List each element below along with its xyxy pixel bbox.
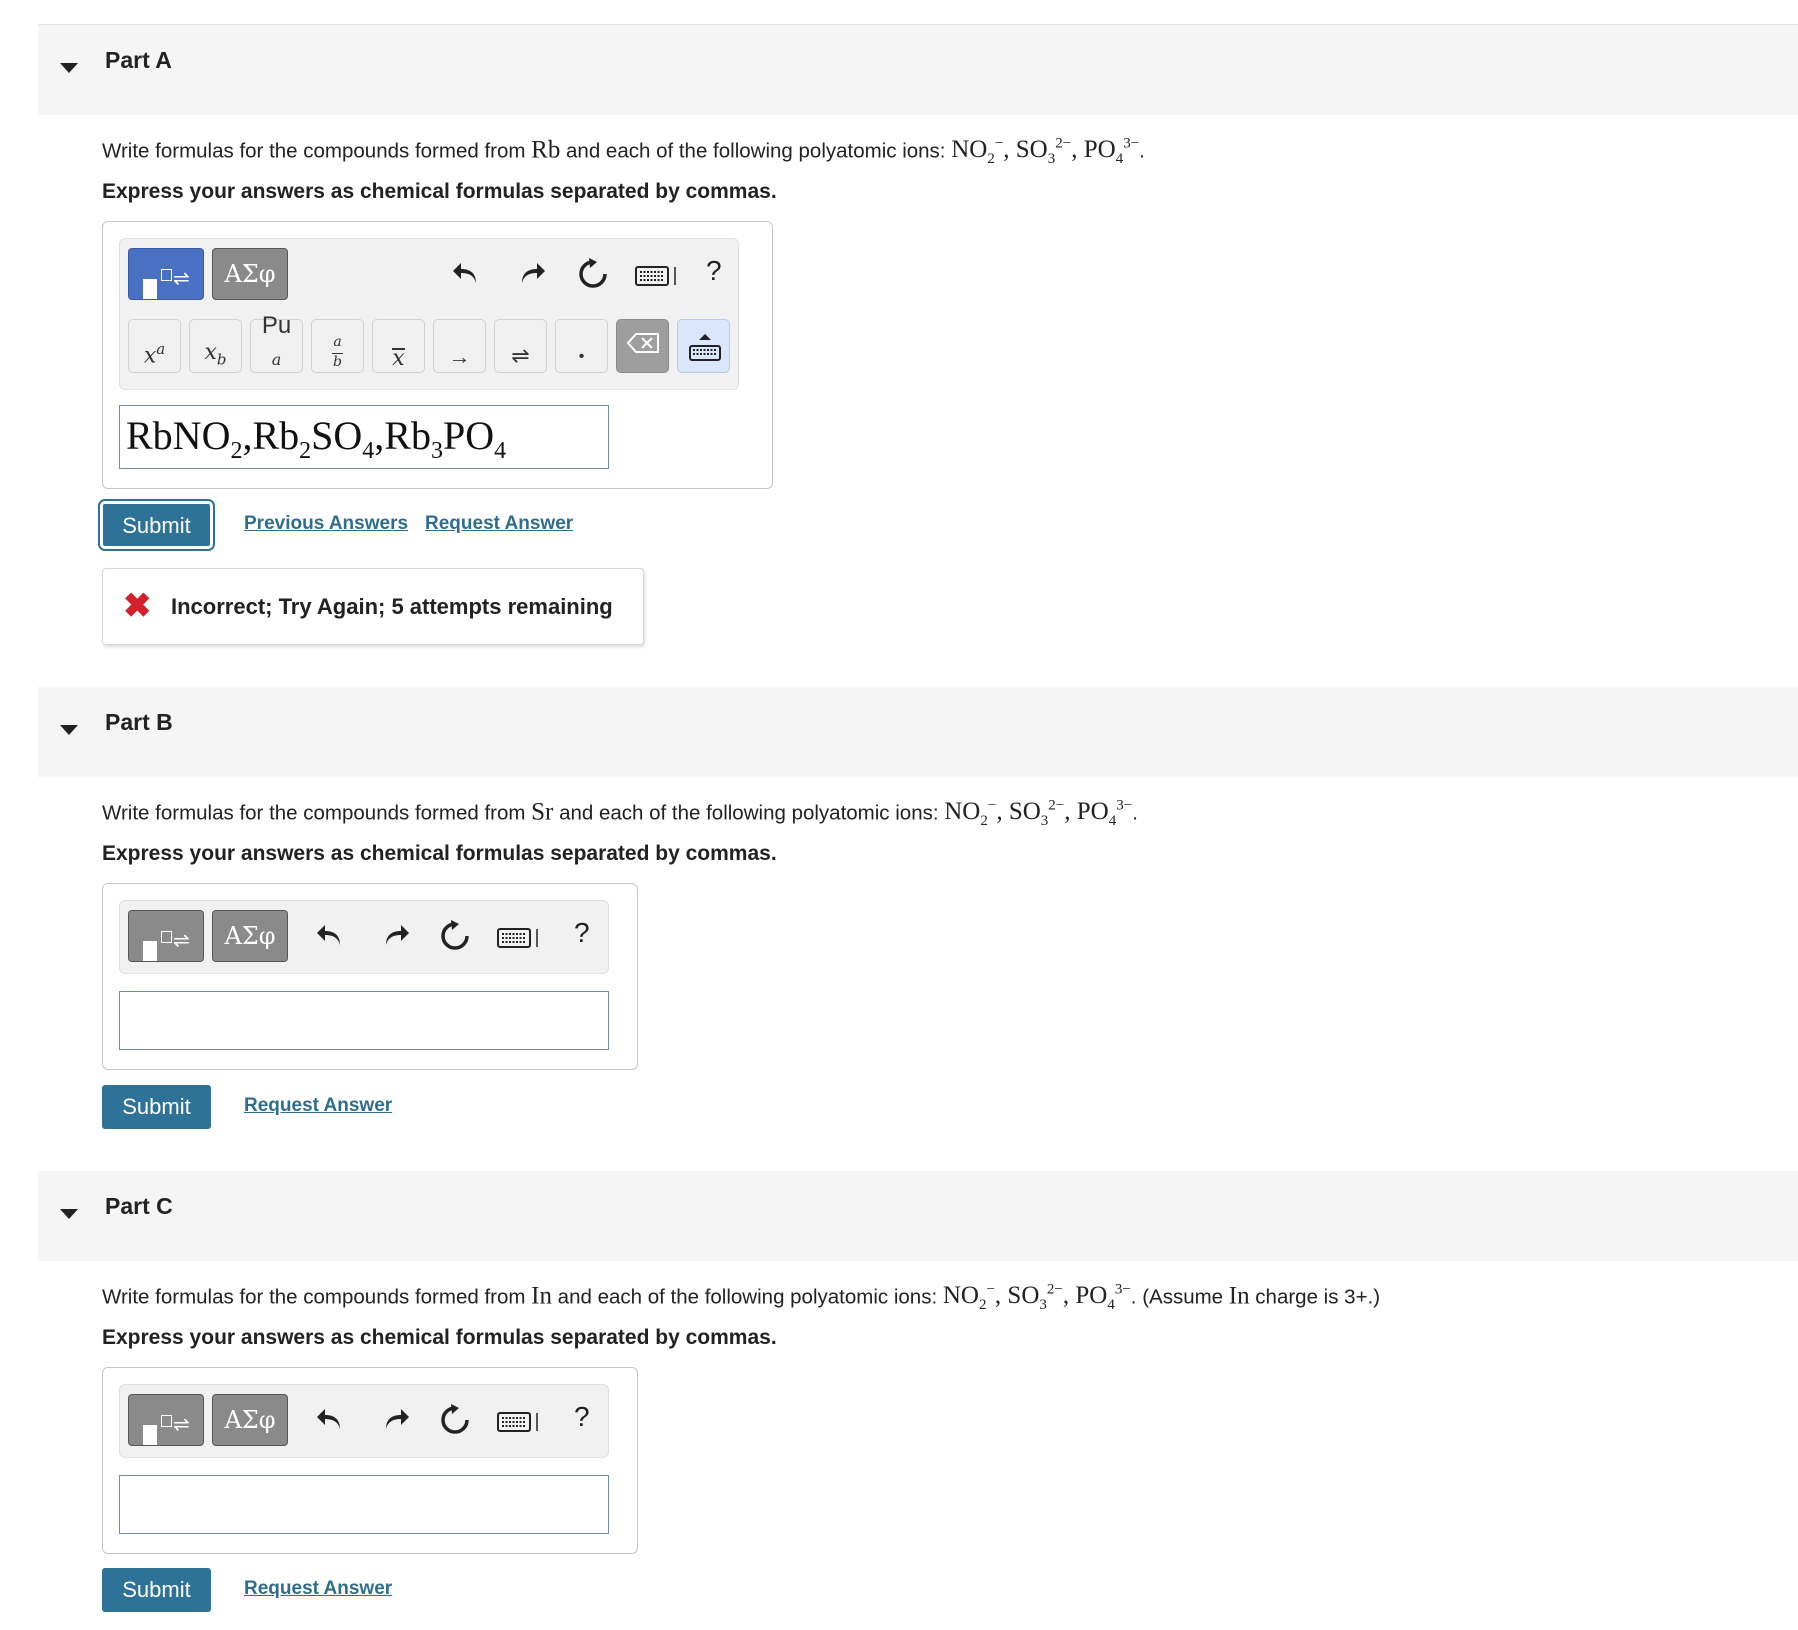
part-title: Part A — [105, 47, 172, 73]
previous-answers-link[interactable]: Previous Answers — [244, 513, 408, 535]
answer-input[interactable] — [119, 1475, 609, 1534]
subscript-key[interactable]: xb — [189, 319, 242, 373]
incorrect-x-icon: ✖ — [123, 587, 152, 625]
greek-symbols-button[interactable]: ΑΣφ — [212, 248, 288, 300]
keyboard-icon[interactable] — [634, 257, 680, 291]
greek-symbols-button[interactable]: ΑΣφ — [212, 910, 288, 962]
submit-button[interactable]: Submit — [98, 499, 215, 551]
collapse-triangle-icon[interactable] — [60, 725, 78, 735]
part-title: Part C — [105, 1193, 173, 1219]
part-a-header[interactable]: Part A — [38, 25, 1798, 115]
keyboard-toggle-key[interactable] — [677, 319, 730, 373]
request-answer-link[interactable]: Request Answer — [244, 1095, 392, 1117]
reset-icon[interactable] — [576, 257, 610, 291]
feedback-message: ✖ Incorrect; Try Again; 5 attempts remai… — [102, 568, 644, 645]
undo-icon[interactable] — [450, 257, 484, 291]
answer-value: RbNO2,Rb2SO4,Rb3PO4 — [126, 413, 507, 464]
keyboard-icon[interactable] — [496, 1403, 542, 1437]
equilibrium-arrow-key[interactable]: ⇌ — [494, 319, 547, 373]
instruction-text: Express your answers as chemical formula… — [102, 180, 777, 203]
answer-input[interactable] — [119, 991, 609, 1050]
request-answer-link[interactable]: Request Answer — [244, 1578, 392, 1600]
keyboard-up-icon — [689, 334, 721, 361]
templates-button[interactable]: ⇌ — [128, 910, 204, 962]
templates-button[interactable]: ⇌ — [128, 248, 204, 300]
part-title: Part B — [105, 709, 173, 735]
question-text: Write formulas for the compounds formed … — [102, 136, 1145, 168]
undo-icon[interactable] — [314, 1403, 348, 1437]
dot-key[interactable]: • — [555, 319, 608, 373]
greek-symbols-button[interactable]: ΑΣφ — [212, 1394, 288, 1446]
backspace-icon — [627, 333, 659, 353]
help-button[interactable]: ? — [574, 917, 590, 949]
part-b-header[interactable]: Part B — [38, 687, 1798, 777]
redo-icon[interactable] — [378, 1403, 412, 1437]
question-text: Write formulas for the compounds formed … — [102, 798, 1138, 830]
question-text: Write formulas for the compounds formed … — [102, 1282, 1381, 1314]
xbar-key[interactable]: x — [372, 319, 425, 373]
collapse-triangle-icon[interactable] — [60, 1209, 78, 1219]
answer-box: ⇌ ΑΣφ ? — [102, 1367, 638, 1554]
backspace-key[interactable] — [616, 319, 669, 373]
answer-box: ⇌ ΑΣφ ? — [102, 883, 638, 1070]
instruction-text: Express your answers as chemical formula… — [102, 842, 777, 865]
reset-icon[interactable] — [438, 1403, 472, 1437]
keyboard-icon[interactable] — [496, 919, 542, 953]
answer-input[interactable]: RbNO2,Rb2SO4,Rb3PO4 — [119, 405, 609, 469]
undo-icon[interactable] — [314, 919, 348, 953]
answer-box: ⇌ ΑΣφ ? xa xb Pu a a b x → ⇌ • RbNO2,Rb2… — [102, 221, 773, 489]
request-answer-link[interactable]: Request Answer — [425, 513, 573, 535]
superscript-key[interactable]: xa — [128, 319, 181, 373]
templates-button[interactable]: ⇌ — [128, 1394, 204, 1446]
help-button[interactable]: ? — [574, 1401, 590, 1433]
submit-button[interactable]: Submit — [102, 1568, 211, 1612]
pu-key[interactable]: Pu a — [250, 312, 303, 373]
instruction-text: Express your answers as chemical formula… — [102, 1326, 777, 1349]
collapse-triangle-icon[interactable] — [60, 63, 78, 73]
redo-icon[interactable] — [378, 919, 412, 953]
submit-button[interactable]: Submit — [102, 1085, 211, 1129]
fraction-key[interactable]: a b — [311, 319, 364, 373]
part-c-header[interactable]: Part C — [38, 1171, 1798, 1261]
math-toolbar: ⇌ ΑΣφ ? — [119, 1384, 609, 1458]
math-toolbar: ⇌ ΑΣφ ? xa xb Pu a a b x → ⇌ • — [119, 238, 739, 390]
reaction-arrow-key[interactable]: → — [433, 319, 486, 373]
redo-icon[interactable] — [514, 257, 548, 291]
math-toolbar: ⇌ ΑΣφ ? — [119, 900, 609, 974]
help-button[interactable]: ? — [706, 255, 722, 287]
reset-icon[interactable] — [438, 919, 472, 953]
